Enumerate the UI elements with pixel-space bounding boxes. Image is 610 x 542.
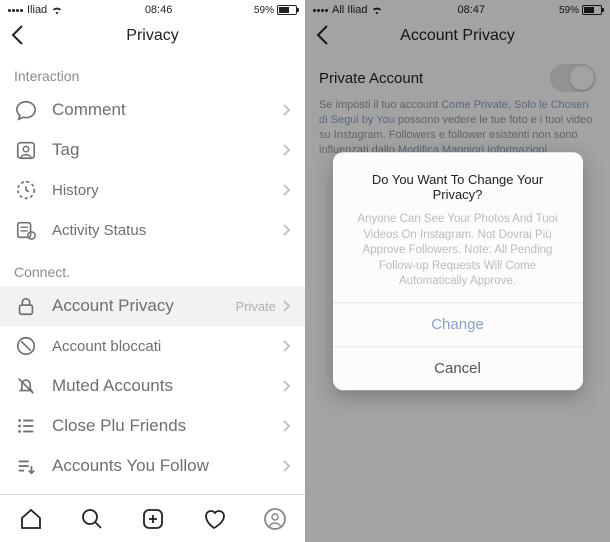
activity-status-icon bbox=[14, 218, 38, 242]
chevron-right-icon bbox=[282, 419, 291, 433]
tab-search[interactable] bbox=[79, 506, 105, 532]
row-muted-accounts[interactable]: Muted Accounts bbox=[0, 366, 305, 406]
row-blocked-accounts[interactable]: Account bloccati bbox=[0, 326, 305, 366]
chevron-right-icon bbox=[282, 379, 291, 393]
privacy-settings-screen: Iliad 08:46 59% Privacy Interaction Comm… bbox=[0, 0, 305, 542]
list-icon bbox=[14, 414, 38, 438]
home-icon bbox=[19, 507, 43, 531]
chevron-right-icon bbox=[282, 223, 291, 237]
tab-activity[interactable] bbox=[201, 506, 227, 532]
row-label: Activity Status bbox=[52, 222, 282, 239]
chevron-right-icon bbox=[282, 183, 291, 197]
chevron-right-icon bbox=[282, 459, 291, 473]
clock-label: 08:46 bbox=[145, 4, 173, 16]
dialog-change-button[interactable]: Change bbox=[333, 302, 583, 346]
chevron-left-icon bbox=[10, 24, 24, 46]
page-title: Privacy bbox=[126, 27, 178, 45]
row-tag[interactable]: Tag bbox=[0, 130, 305, 170]
dialog-message: Anyone Can See Your Photos And Tuoi Vide… bbox=[347, 212, 569, 290]
row-label: Muted Accounts bbox=[52, 376, 282, 396]
section-header-connect: Connect. bbox=[0, 250, 305, 286]
tab-add[interactable] bbox=[140, 506, 166, 532]
row-label: Close Plu Friends bbox=[52, 416, 282, 436]
comment-icon bbox=[14, 98, 38, 122]
status-bar: Iliad 08:46 59% bbox=[0, 0, 305, 18]
row-close-friends[interactable]: Close Plu Friends bbox=[0, 406, 305, 446]
chevron-right-icon bbox=[282, 339, 291, 353]
row-label: Account bloccati bbox=[52, 338, 282, 355]
accounts-follow-icon bbox=[14, 454, 38, 478]
chevron-right-icon bbox=[282, 103, 291, 117]
history-icon bbox=[14, 178, 38, 202]
heart-icon bbox=[202, 507, 226, 531]
row-label: History bbox=[52, 182, 282, 199]
dialog-cancel-button[interactable]: Cancel bbox=[333, 346, 583, 390]
row-label: Comment bbox=[52, 100, 282, 120]
chevron-right-icon bbox=[282, 143, 291, 157]
search-icon bbox=[80, 507, 104, 531]
carrier-label: Iliad bbox=[27, 4, 47, 16]
row-activity-status[interactable]: Activity Status bbox=[0, 210, 305, 250]
tab-profile[interactable] bbox=[262, 506, 288, 532]
row-account-privacy[interactable]: Account Privacy Private bbox=[0, 286, 305, 326]
row-history[interactable]: History bbox=[0, 170, 305, 210]
battery-icon bbox=[277, 5, 297, 15]
lock-icon bbox=[14, 294, 38, 318]
battery-pct: 59% bbox=[254, 5, 274, 16]
signal-icon bbox=[8, 9, 23, 12]
plus-square-icon bbox=[141, 507, 165, 531]
blocked-icon bbox=[14, 334, 38, 358]
tab-bar bbox=[0, 494, 305, 542]
chevron-right-icon bbox=[282, 299, 291, 313]
row-value: Private bbox=[236, 299, 276, 314]
account-privacy-screen: All Iliad 08:47 59% Account Privacy Priv… bbox=[305, 0, 610, 542]
tag-person-icon bbox=[14, 138, 38, 162]
row-label: Tag bbox=[52, 140, 282, 160]
tab-home[interactable] bbox=[18, 506, 44, 532]
row-accounts-you-follow[interactable]: Accounts You Follow bbox=[0, 446, 305, 486]
dialog-title: Do You Want To Change Your Privacy? bbox=[347, 172, 569, 202]
wifi-icon bbox=[51, 5, 63, 15]
profile-circle-icon bbox=[263, 507, 287, 531]
row-label: Accounts You Follow bbox=[52, 456, 282, 476]
muted-bell-icon bbox=[14, 374, 38, 398]
row-comment[interactable]: Comment bbox=[0, 90, 305, 130]
section-header-interaction: Interaction bbox=[0, 54, 305, 90]
nav-bar: Privacy bbox=[0, 18, 305, 54]
change-privacy-dialog: Do You Want To Change Your Privacy? Anyo… bbox=[333, 152, 583, 390]
back-button[interactable] bbox=[10, 24, 24, 46]
row-label: Account Privacy bbox=[52, 296, 236, 316]
